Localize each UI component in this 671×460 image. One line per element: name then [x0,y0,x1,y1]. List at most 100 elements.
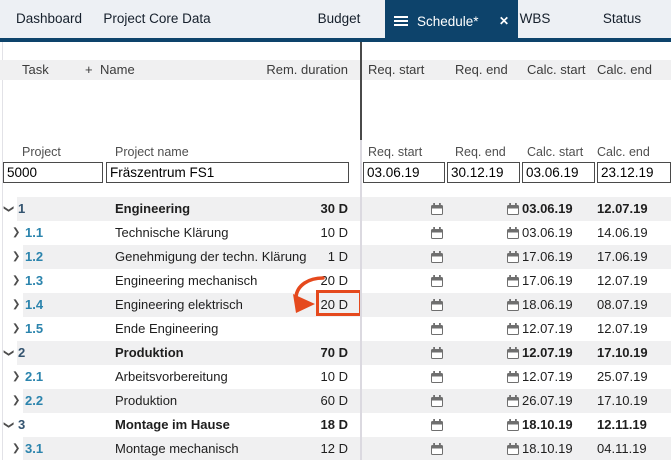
expand-chevron-icon[interactable]: ❯ [12,269,20,293]
task-row[interactable]: ❯ 3 Montage im Hause 18 D 18.10.19 12.11… [0,413,671,437]
expand-chevron-icon[interactable]: ❯ [12,221,20,245]
task-rem-duration-cell[interactable]: 20 D [260,269,348,293]
req-end-calendar-icon[interactable] [507,323,519,335]
req-end-calendar-icon[interactable] [507,299,519,311]
task-calc-start-cell[interactable]: 17.06.19 [522,245,573,269]
task-row[interactable]: ❯ 1.2 Genehmigung der techn. Klärung 1 D… [0,245,671,269]
req-start-calendar-icon[interactable] [431,419,443,431]
req-end-calendar-icon[interactable] [507,419,519,431]
tab-budget[interactable]: Budget [318,0,361,38]
req-start-calendar-icon[interactable] [431,227,443,239]
task-wbs-number[interactable]: 2.2 [25,389,43,413]
task-wbs-number[interactable]: 2.1 [25,365,43,389]
task-wbs-number[interactable]: 1 [18,197,25,221]
task-rem-duration-cell[interactable]: 60 D [260,389,348,413]
req-end-calendar-icon[interactable] [507,395,519,407]
req-start-calendar-icon[interactable] [431,371,443,383]
task-calc-start-cell[interactable]: 26.07.19 [522,389,573,413]
task-calc-end-cell[interactable]: 12.07.19 [597,269,648,293]
tab-wbs[interactable]: WBS [520,0,551,38]
close-tab-icon[interactable]: ✕ [499,14,509,28]
task-rem-duration-cell[interactable]: 30 D [260,197,348,221]
task-name-cell[interactable]: Produktion [115,341,184,365]
task-rem-duration-cell[interactable]: 1 D [260,245,348,269]
task-wbs-number[interactable]: 3.1 [25,437,43,460]
task-wbs-number[interactable]: 1.3 [25,269,43,293]
req-end-calendar-icon[interactable] [507,275,519,287]
pane-splitter-lower[interactable] [360,140,362,460]
req-end-calendar-icon[interactable] [507,227,519,239]
req-end-calendar-icon[interactable] [507,203,519,215]
task-row[interactable]: ❯ 1 Engineering 30 D 03.06.19 12.07.19 [0,197,671,221]
project-calc-end-field[interactable] [597,162,671,183]
task-wbs-number[interactable]: 1.5 [25,317,43,341]
tab-schedule-active[interactable]: Schedule* ✕ [385,0,518,42]
task-calc-end-cell[interactable]: 25.07.19 [597,365,648,389]
task-calc-start-cell[interactable]: 18.06.19 [522,293,573,317]
task-calc-end-cell[interactable]: 17.06.19 [597,245,648,269]
task-name-cell[interactable]: Engineering mechanisch [115,269,257,293]
project-name-field[interactable] [106,162,349,183]
task-row[interactable]: ❯ 1.1 Technische Klärung 10 D 03.06.19 1… [0,221,671,245]
task-wbs-number[interactable]: 1.4 [25,293,43,317]
tab-dashboard[interactable]: Dashboard [16,0,82,38]
task-row[interactable]: ❯ 2.1 Arbeitsvorbereitung 10 D 12.07.19 … [0,365,671,389]
task-name-cell[interactable]: Technische Klärung [115,221,228,245]
task-name-cell[interactable]: Engineering elektrisch [115,293,243,317]
task-calc-end-cell[interactable]: 17.10.19 [597,341,648,365]
task-calc-end-cell[interactable]: 14.06.19 [597,221,648,245]
task-calc-start-cell[interactable]: 12.07.19 [522,317,573,341]
pane-splitter[interactable] [360,42,362,140]
column-header-rem-duration[interactable]: Rem. duration [240,60,348,80]
column-header-calc-end[interactable]: Calc. end [597,60,652,80]
expand-chevron-icon[interactable]: ❯ [12,317,20,341]
task-calc-start-cell[interactable]: 03.06.19 [522,221,573,245]
task-rem-duration-cell[interactable]: 10 D [260,221,348,245]
req-end-calendar-icon[interactable] [507,371,519,383]
task-rem-duration-cell[interactable]: 12 D [260,437,348,460]
project-req-end-field[interactable] [447,162,520,183]
project-req-start-field[interactable] [363,162,445,183]
task-calc-end-cell[interactable]: 12.07.19 [597,317,648,341]
project-id-field[interactable] [3,162,103,183]
task-wbs-number[interactable]: 1.1 [25,221,43,245]
task-rem-duration-cell[interactable]: 20 D [260,293,348,317]
task-row[interactable]: ❯ 2.2 Produktion 60 D 26.07.19 17.10.19 [0,389,671,413]
req-start-calendar-icon[interactable] [431,443,443,455]
task-calc-end-cell[interactable]: 04.11.19 [597,437,647,460]
task-calc-start-cell[interactable]: 12.07.19 [522,341,573,365]
expand-chevron-icon[interactable]: ❯ [12,245,20,269]
task-wbs-number[interactable]: 2 [18,341,25,365]
req-start-calendar-icon[interactable] [431,347,443,359]
task-calc-start-cell[interactable]: 18.10.19 [522,413,573,437]
column-header-calc-start[interactable]: Calc. start [527,60,586,80]
expand-chevron-icon[interactable]: ❯ [12,389,20,413]
req-end-calendar-icon[interactable] [507,443,519,455]
req-start-calendar-icon[interactable] [431,323,443,335]
task-wbs-number[interactable]: 1.2 [25,245,43,269]
req-end-calendar-icon[interactable] [507,251,519,263]
task-wbs-number[interactable]: 3 [18,413,25,437]
task-row[interactable]: ❯ 1.4 Engineering elektrisch 20 D 18.06.… [0,293,671,317]
column-header-req-start[interactable]: Req. start [368,60,424,80]
req-start-calendar-icon[interactable] [431,251,443,263]
task-name-cell[interactable]: Ende Engineering [115,317,218,341]
task-calc-start-cell[interactable]: 12.07.19 [522,365,573,389]
add-task-button[interactable]: + [85,60,93,80]
column-header-name[interactable]: Name [100,60,135,80]
req-start-calendar-icon[interactable] [431,395,443,407]
column-header-req-end[interactable]: Req. end [455,60,508,80]
task-row[interactable]: ❯ 1.3 Engineering mechanisch 20 D 17.06.… [0,269,671,293]
req-end-calendar-icon[interactable] [507,347,519,359]
expand-chevron-icon[interactable]: ❯ [12,293,20,317]
task-rem-duration-cell[interactable]: 10 D [260,365,348,389]
expand-chevron-icon[interactable]: ❯ [12,365,20,389]
task-row[interactable]: ❯ 1.5 Ende Engineering 12.07.19 12.07.19 [0,317,671,341]
task-calc-start-cell[interactable]: 03.06.19 [522,197,573,221]
task-rem-duration-cell[interactable]: 18 D [260,413,348,437]
task-calc-end-cell[interactable]: 17.10.19 [597,389,648,413]
task-row[interactable]: ❯ 2 Produktion 70 D 12.07.19 17.10.19 [0,341,671,365]
req-start-calendar-icon[interactable] [431,299,443,311]
column-header-task[interactable]: Task [22,60,49,80]
task-name-cell[interactable]: Engineering [115,197,190,221]
